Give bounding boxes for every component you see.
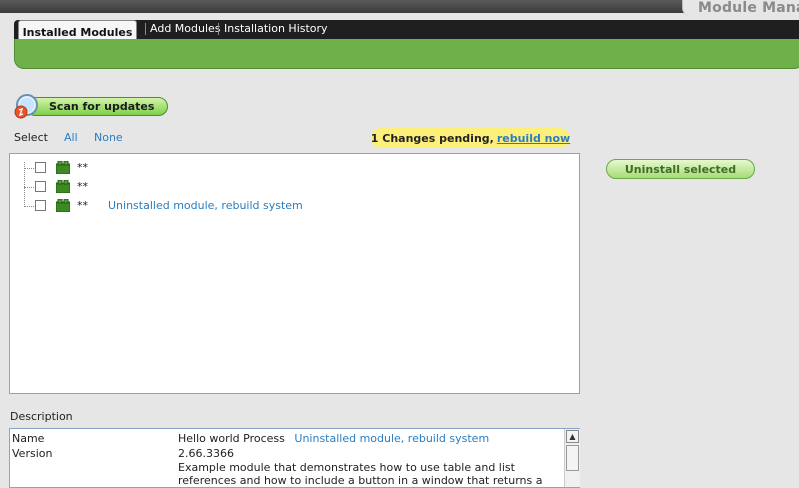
pending-text: 1 Changes pending, — [370, 131, 494, 145]
magnifier-update-icon[interactable] — [13, 93, 41, 121]
module-icon — [56, 199, 70, 212]
tab-separator — [218, 23, 219, 35]
module-icon — [56, 180, 70, 193]
description-text: Example module that demonstrates how to … — [178, 461, 543, 487]
description-panel: Name Hello world Process Uninstalled mod… — [9, 428, 580, 488]
description-scrollbar[interactable]: ▲ — [564, 429, 580, 487]
module-name: ** — [77, 161, 88, 174]
description-status-link[interactable]: Uninstalled module, rebuild system — [294, 432, 489, 445]
module-name: ** — [77, 180, 88, 193]
uninstall-selected-button[interactable]: Uninstall selected — [606, 159, 755, 179]
select-none-link[interactable]: None — [94, 131, 123, 144]
scan-for-updates-button[interactable]: Scan for updates — [26, 97, 168, 116]
status-banner — [14, 39, 799, 69]
module-title: Hello world Process — [178, 432, 285, 445]
module-checkbox[interactable] — [35, 181, 46, 192]
description-label: Description — [10, 410, 73, 423]
select-label: Select — [14, 131, 48, 144]
module-icon — [56, 161, 70, 174]
module-checkbox[interactable] — [35, 162, 46, 173]
scroll-up-arrow-icon[interactable]: ▲ — [566, 430, 579, 443]
tab-separator — [145, 23, 146, 35]
version-value: 2.66.3366 — [178, 447, 234, 460]
tab-add-modules[interactable]: Add Modules — [150, 22, 221, 35]
scroll-thumb[interactable] — [566, 445, 579, 471]
window-top-bar — [0, 0, 799, 13]
tree-branch — [24, 206, 34, 207]
tree-branch — [24, 187, 34, 188]
window-title: Module Manag — [698, 0, 799, 16]
tree-branch — [24, 168, 34, 169]
rebuild-now-link[interactable]: rebuild now — [497, 132, 570, 145]
name-key: Name — [12, 432, 45, 445]
module-name: ** — [77, 199, 88, 212]
module-status-link[interactable]: Uninstalled module, rebuild system — [108, 199, 303, 212]
module-checkbox[interactable] — [35, 200, 46, 211]
changes-pending-badge: 1 Changes pending, rebuild now — [371, 128, 570, 148]
scan-button-label: Scan for updates — [49, 100, 155, 113]
module-tree — [9, 153, 580, 394]
tab-installation-history[interactable]: Installation History — [224, 22, 328, 35]
version-key: Version — [12, 447, 53, 460]
name-value: Hello world Process Uninstalled module, … — [178, 432, 489, 445]
select-all-link[interactable]: All — [64, 131, 78, 144]
